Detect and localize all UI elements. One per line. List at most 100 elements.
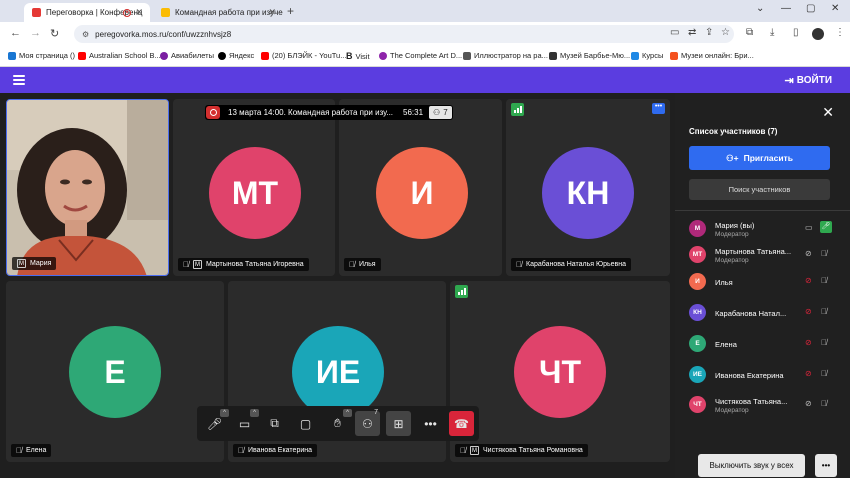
share-icon[interactable]: ⇪ [705,27,713,38]
bookmark-item[interactable]: Australian School B... [78,51,161,60]
bookmark-item[interactable]: The Complete Art D... [379,51,462,60]
bookmark-label: Visit [355,51,370,61]
recording-button[interactable] [206,106,220,119]
tab-peregovorka[interactable]: Переговорка | Конференц ✕ [24,3,150,22]
moderator-badge-icon: M [470,446,479,455]
bookmark-item[interactable]: Иллюстратор на ра... [463,51,548,60]
bookmark-item[interactable]: Курсы [631,51,663,60]
camera-off-icon[interactable]: ⊘ [805,307,812,316]
screen-share-button[interactable]: ⧉ [262,411,287,436]
chat-button[interactable]: ▢ [293,411,318,436]
video-tile[interactable]: И 🎙̸ Илья [339,99,502,276]
participants-button[interactable]: ⚇ 7 [355,409,380,436]
video-tile[interactable]: ••• КН 🎙̸ Карабанова Наталья Юрьевна [506,99,670,276]
close-tab-icon[interactable]: ✕ [135,7,143,18]
reload-button[interactable]: ↻ [50,27,59,40]
bookmark-favicon-icon [8,51,16,60]
close-panel-icon[interactable]: ✕ [822,104,834,121]
video-tile-self[interactable]: M Мария [6,99,169,276]
back-button[interactable]: ← [10,27,21,39]
camera-off-icon[interactable]: ⊘ [805,338,812,347]
tile-name-bar: 🎙̸ M Мартынова Татьяна Игоревна [178,258,309,271]
participant-search-input[interactable]: Поиск участников [689,179,830,200]
invite-button[interactable]: ⚇+ Пригласить [689,146,830,170]
bookmark-item[interactable]: Авиабилеты [160,51,214,60]
profile-avatar[interactable] [812,28,824,40]
mic-off-icon[interactable]: 🎙̸ [821,307,827,316]
mic-options-chevron-icon[interactable]: ^ [220,409,229,417]
mic-off-icon[interactable]: 🎙̸ [821,338,827,347]
extensions-icon[interactable]: ⧉ [746,27,753,38]
camera-off-icon[interactable]: ⊘ [805,276,812,285]
minimize-button[interactable]: — [781,3,791,14]
browser-menu-icon[interactable]: ⋮ [835,27,845,38]
mic-off-icon[interactable]: 🎙̸ [821,249,827,258]
forward-button[interactable]: → [30,27,41,39]
participant-row[interactable]: И Илья ⊘ 🎙̸ [689,271,839,293]
recording-icon [123,8,131,17]
video-tile[interactable]: ЧТ 🎙̸ M Чистякова Татьяна Романовна [450,281,670,462]
site-info-icon[interactable]: ⚙ [82,30,89,39]
participant-row[interactable]: Е Елена ⊘ 🎙̸ [689,333,839,355]
bookmark-favicon-icon [379,51,387,60]
bookmark-item[interactable]: Музеи онлайн: Бри... [670,51,754,60]
participant-row[interactable]: КН Карабанова Натал... ⊘ 🎙̸ [689,302,839,324]
mute-all-button[interactable]: Выключить звук у всех [698,454,805,477]
mic-off-icon[interactable]: 🎙̸ [821,399,827,408]
tile-name: Чистякова Татьяна Романовна [483,447,583,454]
browser-chrome: Переговорка | Конференц ✕ Командная рабо… [0,0,850,67]
bookmark-item[interactable]: Музей Барбье-Мю... [549,51,630,60]
camera-icon: ▭ [238,416,251,431]
participant-row[interactable]: ИЕ Иванова Екатерина ⊘ 🎙̸ [689,364,839,386]
mic-off-icon[interactable]: 🎙̸ [821,369,827,378]
camera-off-icon[interactable]: ⊘ [805,399,812,408]
translate-icon[interactable]: ⇄ [688,27,696,38]
participant-row[interactable]: М Мария (вы) Модератор ▭ 🎤︎ [689,218,839,240]
participant-row[interactable]: МТ Мартынова Татьяна... Модератор ⊘ 🎙̸ [689,244,839,266]
panel-more-button[interactable]: ••• [815,454,837,477]
participant-row[interactable]: ЧТ Чистякова Татьяна... Модератор ⊘ 🎙̸ [689,394,839,416]
bookmark-item[interactable]: Моя страница () [8,51,75,60]
camera-off-icon[interactable]: ⊘ [805,249,812,258]
more-icon: ••• [821,461,831,470]
tab-teamwork[interactable]: Командная работа при изуче... ✕ [153,3,283,22]
download-icon[interactable]: ⤓ [770,27,774,38]
bookmark-star-icon[interactable]: ☆ [721,27,730,38]
layout-button[interactable]: ⊞ [386,411,411,436]
participants-badge: 7 [374,409,378,416]
mic-on-icon[interactable]: 🎤︎ [820,221,832,233]
bookmark-label: Курсы [642,51,664,60]
camera-off-icon[interactable]: ⊘ [805,369,812,378]
menu-icon[interactable] [13,75,25,85]
participants-count-badge[interactable]: ⚇ 7 [429,106,452,119]
hang-up-button[interactable]: ☎ [449,411,474,436]
more-options-button[interactable]: ••• [418,411,443,436]
camera-icon[interactable]: ▭ [805,223,813,232]
bookmark-item[interactable]: (20) БЛЭЙК - YouTu... [261,51,346,60]
new-tab-button[interactable]: + [287,4,294,18]
close-window-button[interactable]: ✕ [831,3,839,14]
login-button[interactable]: ⇥ ВОЙТИ [785,74,832,87]
video-tile[interactable]: МТ 🎙̸ M Мартынова Татьяна Игоревна [173,99,335,276]
tab-search-icon[interactable]: ⌄ [756,3,764,14]
camera-options-chevron-icon[interactable]: ^ [250,409,259,417]
mic-off-icon[interactable]: 🎙̸ [821,276,827,285]
tile-more-icon[interactable]: ••• [652,103,665,114]
participant-role: Модератор [715,231,749,238]
address-bar[interactable]: ⚙ peregovorka.mos.ru/conf/uwzznhvsjz8 [74,25,734,43]
panel-title: Список участников (7) [689,127,778,136]
tile-name: Мария [30,260,52,267]
video-tile[interactable]: Е 🎙̸ Елена [6,281,224,462]
cast-icon[interactable]: ▭ [670,27,679,38]
bookmark-item[interactable]: Яндекс [218,51,254,60]
close-tab-icon[interactable]: ✕ [268,7,276,18]
maximize-button[interactable]: ▢ [806,3,815,14]
bookmark-label: Музей Барбье-Мю... [560,51,631,60]
bookmark-favicon-icon [463,51,471,60]
bookmark-item[interactable]: B Visit [346,51,370,61]
bookmark-label: Иллюстратор на ра... [474,51,548,60]
reactions-chevron-icon[interactable]: ^ [343,409,352,417]
bookmark-favicon-icon [78,51,86,60]
side-panel-icon[interactable]: ▯ [793,27,799,38]
participant-avatar: Е [69,326,161,418]
